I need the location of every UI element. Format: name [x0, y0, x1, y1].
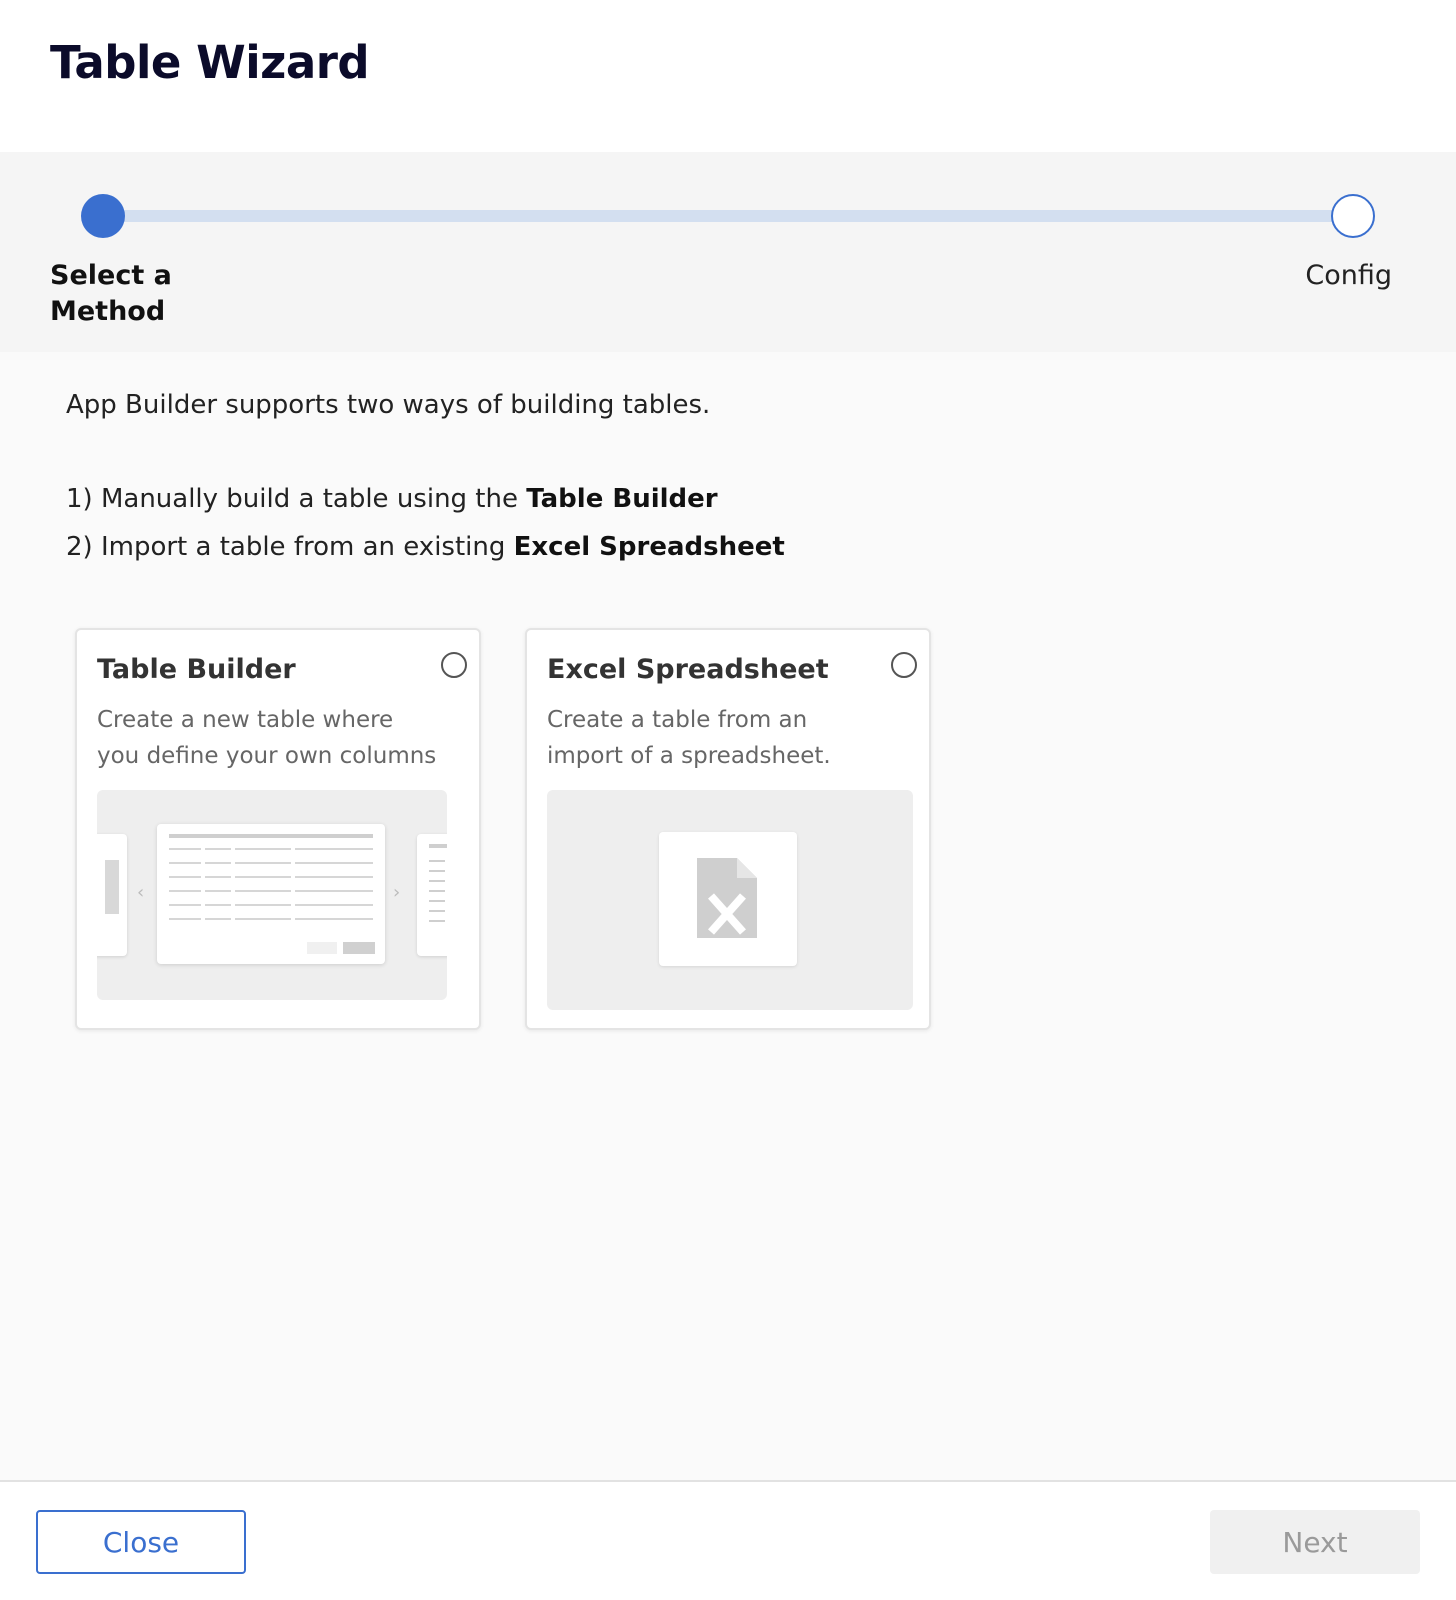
close-button[interactable]: Close: [36, 1510, 246, 1574]
option-line-1: 1) Manually build a table using the Tabl…: [66, 484, 718, 514]
chevron-right-icon: ›: [393, 882, 401, 903]
dialog-footer: Close Next: [0, 1480, 1456, 1600]
preview-table: [157, 824, 385, 964]
option-2-prefix: 2) Import a table from an existing: [66, 532, 514, 562]
step-2-label: Config: [1305, 260, 1392, 291]
option-line-2: 2) Import a table from an existing Excel…: [66, 532, 785, 562]
card-description: Create a table from an import of a sprea…: [547, 707, 831, 769]
preview-right-panel: [417, 834, 447, 956]
option-1-prefix: 1) Manually build a table using the: [66, 484, 527, 514]
table-builder-radio[interactable]: [441, 652, 467, 678]
wizard-body: App Builder supports two ways of buildin…: [0, 352, 1456, 1480]
intro-text: App Builder supports two ways of buildin…: [66, 390, 711, 420]
dialog-header: Table Wizard: [0, 0, 1456, 152]
stepper-track: [103, 210, 1353, 222]
step-2-indicator: [1331, 194, 1375, 238]
table-builder-card[interactable]: Table Builder Create a new table where y…: [75, 628, 481, 1030]
excel-file-tile: [659, 832, 797, 966]
step-1-label: Select a Method: [50, 260, 172, 327]
step-1-indicator: [81, 194, 125, 238]
excel-preview-illustration: [547, 790, 913, 1010]
option-1-emphasis: Table Builder: [526, 484, 718, 514]
card-title: Table Builder: [97, 654, 296, 685]
wizard-stepper: Select a Method Config: [0, 152, 1456, 352]
card-description: Create a new table where you define your…: [97, 707, 437, 769]
excel-spreadsheet-card[interactable]: Excel Spreadsheet Create a table from an…: [525, 628, 931, 1030]
next-button[interactable]: Next: [1210, 1510, 1420, 1574]
excel-spreadsheet-radio[interactable]: [891, 652, 917, 678]
card-title: Excel Spreadsheet: [547, 654, 829, 685]
chevron-left-icon: ‹: [137, 882, 145, 903]
option-2-emphasis: Excel Spreadsheet: [513, 532, 785, 562]
excel-file-icon: [697, 858, 757, 938]
page-title: Table Wizard: [50, 36, 370, 89]
preview-left-panel: [97, 834, 127, 956]
table-preview-illustration: ‹ ›: [97, 790, 447, 1000]
